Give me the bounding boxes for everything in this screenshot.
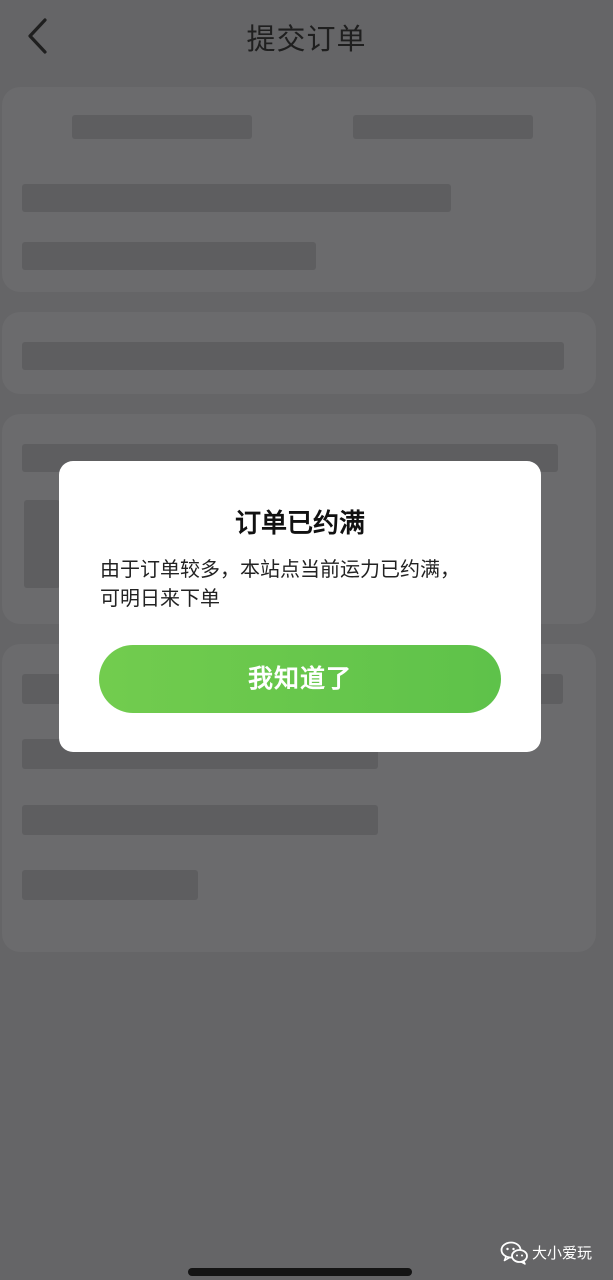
- dialog-title: 订单已约满: [234, 509, 365, 539]
- skeleton-line: [353, 115, 533, 139]
- skeleton-thumb: [24, 500, 60, 588]
- dialog-message-line1: 由于订单较多，本站点当前运力已约满，: [100, 557, 460, 581]
- skeleton-card-address: [2, 87, 596, 292]
- watermark: 大小爱玩: [500, 1240, 610, 1266]
- skeleton-line: [22, 242, 316, 270]
- watermark-text: 大小爱玩: [532, 1244, 593, 1262]
- dialog-message: 由于订单较多，本站点当前运力已约满， 可明日来下单: [100, 555, 510, 613]
- home-indicator: [188, 1268, 412, 1276]
- skeleton-card-time: [2, 312, 596, 394]
- dialog-message-line2: 可明日来下单: [100, 586, 220, 610]
- skeleton-line: [72, 115, 252, 139]
- wechat-icon: [500, 1241, 528, 1265]
- page-title: 提交订单: [246, 22, 367, 56]
- acknowledge-button[interactable]: 我知道了: [99, 645, 501, 713]
- skeleton-line: [22, 184, 451, 212]
- nav-bar: 提交订单: [0, 0, 613, 72]
- skeleton-line: [22, 805, 378, 835]
- skeleton-line: [22, 870, 198, 900]
- skeleton-line: [22, 342, 564, 370]
- order-full-dialog: 订单已约满 由于订单较多，本站点当前运力已约满， 可明日来下单 我知道了: [59, 461, 541, 752]
